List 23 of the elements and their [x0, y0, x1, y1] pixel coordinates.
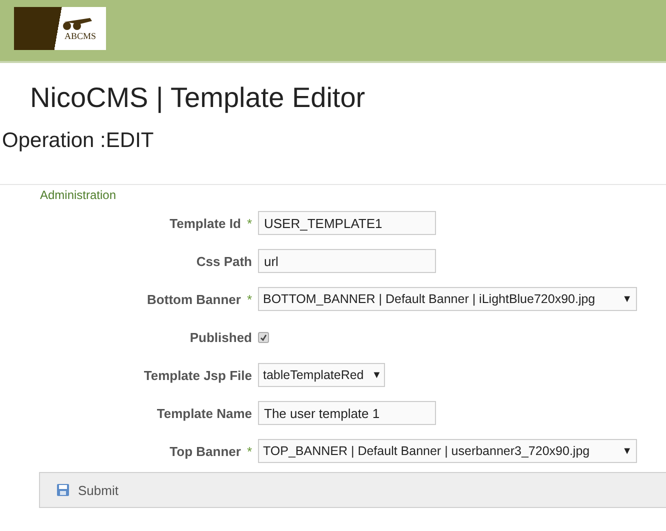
field-label: Css Path — [196, 254, 252, 268]
section-label: Administration — [40, 188, 118, 202]
operation-label: Operation :EDIT — [2, 129, 155, 153]
required-mark: * — [246, 216, 252, 230]
required-mark: * — [246, 292, 252, 306]
logo-text: ABCMS — [64, 30, 96, 40]
text-field[interactable]: USER_TEMPLATE1 — [258, 211, 436, 235]
required-mark: * — [246, 444, 252, 458]
field-label: Published — [190, 330, 252, 344]
dropdown[interactable]: BOTTOM_BANNER | Default Banner | iLightBlue720x90.jpg ▼ — [258, 287, 637, 311]
submit-button[interactable]: Submit — [54, 480, 120, 500]
field-label: Template Name — [156, 406, 252, 420]
page-title: NicoCMS | Template Editor — [30, 81, 366, 115]
dropdown[interactable]: tableTemplateRed ▼ — [258, 363, 385, 387]
text-field[interactable]: url — [258, 249, 436, 273]
field-label: Template Id — [170, 216, 241, 230]
field-label: Bottom Banner — [147, 292, 241, 306]
save-icon — [56, 483, 70, 497]
dropdown[interactable]: TOP_BANNER | Default Banner | userbanner3_720x90.jpg ▼ — [258, 439, 637, 463]
text-field[interactable]: The user template 1 — [258, 401, 436, 425]
field-label: Template Jsp File — [144, 368, 252, 382]
field-label: Top Banner — [170, 444, 241, 458]
checkbox[interactable] — [258, 332, 269, 342]
